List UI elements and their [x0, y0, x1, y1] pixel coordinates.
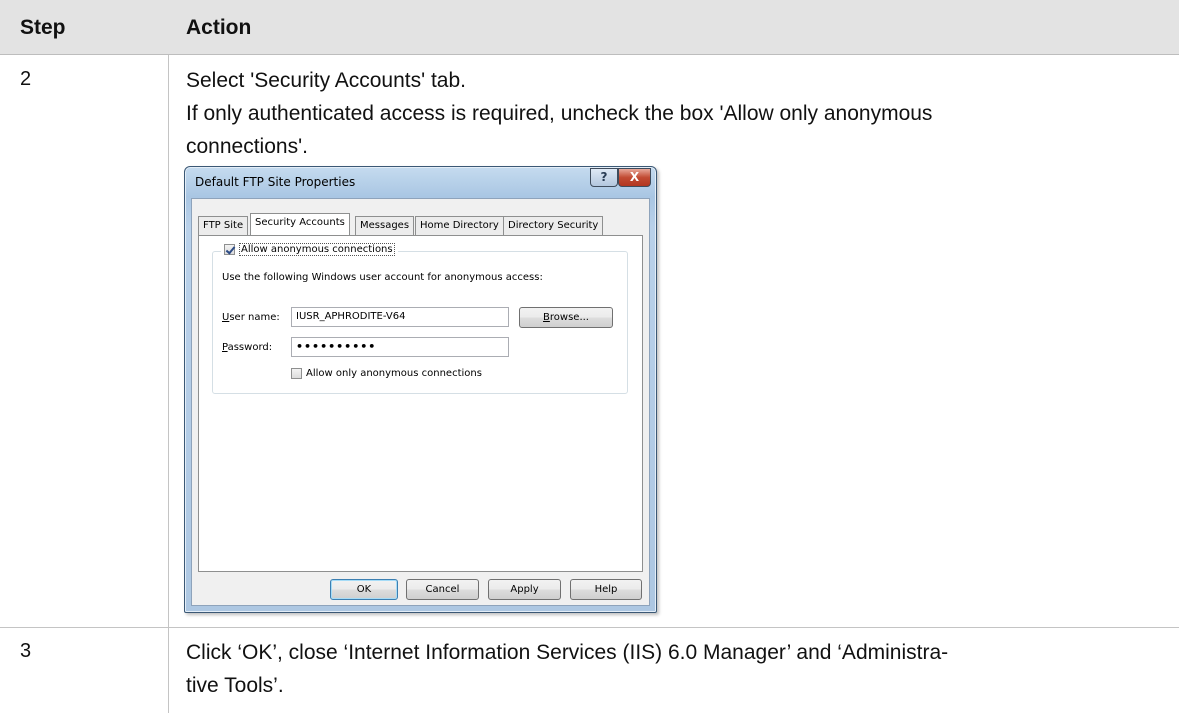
help-icon[interactable]: ? [590, 168, 618, 187]
user-name-label: User name: [222, 312, 280, 323]
table-header: Step Action [0, 0, 1179, 55]
step-number: 3 [20, 640, 32, 662]
ftp-site-properties-dialog: Default FTP Site Properties ? X FTP Site… [184, 166, 657, 613]
tab-security-accounts[interactable]: Security Accounts [250, 213, 350, 235]
allow-anonymous-label: Allow anonymous connections [239, 243, 395, 256]
password-label: Password: [222, 342, 273, 353]
apply-button[interactable]: Apply [488, 579, 561, 600]
allow-anonymous-checkbox-row[interactable]: Allow anonymous connections [221, 243, 398, 256]
dialog-title: Default FTP Site Properties [195, 175, 356, 189]
step-column-header: Step [20, 16, 66, 39]
allow-only-anonymous-checkbox-row[interactable]: Allow only anonymous connections [291, 368, 482, 379]
action-line: Select 'Security Accounts' tab. [186, 69, 466, 92]
tab-ftp-site[interactable]: FTP Site [198, 216, 249, 235]
column-divider [168, 55, 169, 713]
action-line: connections'. [186, 135, 308, 158]
dialog-body: FTP Site Security Accounts Messages Home… [191, 198, 650, 606]
tab-messages[interactable]: Messages [355, 216, 415, 235]
cancel-button[interactable]: Cancel [406, 579, 479, 600]
step-number: 2 [20, 68, 32, 90]
tab-home-directory[interactable]: Home Directory [415, 216, 504, 235]
tab-directory-security[interactable]: Directory Security [503, 216, 604, 235]
allow-anonymous-checkbox[interactable] [224, 244, 235, 255]
allow-only-anonymous-checkbox[interactable] [291, 368, 302, 379]
browse-button[interactable]: Browse... [519, 307, 613, 328]
close-icon[interactable]: X [618, 168, 651, 187]
action-line: tive Tools’. [186, 674, 284, 697]
ok-button[interactable]: OK [330, 579, 398, 600]
security-accounts-panel: Allow anonymous connections Use the foll… [198, 235, 643, 572]
help-button[interactable]: Help [570, 579, 642, 600]
action-line: Click ‘OK’, close ‘Internet Information … [186, 641, 949, 664]
anonymous-account-description: Use the following Windows user account f… [222, 272, 543, 283]
instruction-table: Step Action 2 Select 'Security Accounts'… [0, 0, 1179, 713]
action-line: If only authenticated access is required… [186, 102, 933, 125]
anonymous-access-group: Allow anonymous connections Use the foll… [212, 243, 628, 394]
password-input[interactable]: •••••••••• [291, 337, 509, 357]
allow-only-anonymous-label: Allow only anonymous connections [306, 368, 482, 379]
row-divider [0, 627, 1179, 628]
user-name-input[interactable]: IUSR_APHRODITE-V64 [291, 307, 509, 327]
action-column-header: Action [186, 16, 252, 39]
